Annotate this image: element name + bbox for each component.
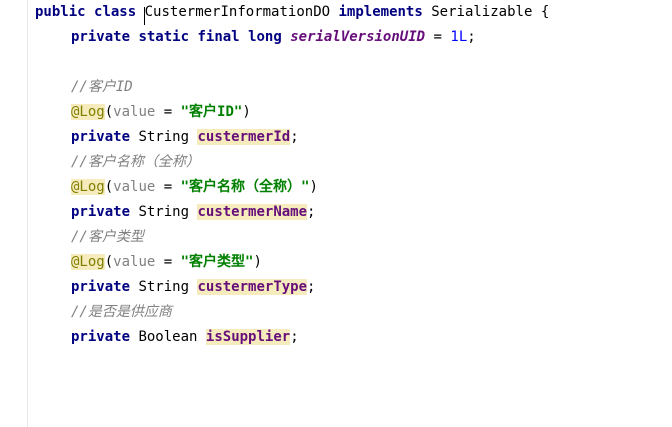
keyword-private: private (71, 204, 131, 220)
field-type: String (138, 204, 190, 220)
annotation-attr: value (113, 179, 156, 195)
keyword-private: private (71, 29, 131, 45)
code-editor[interactable]: public class CustermerInformationDO impl… (0, 0, 672, 427)
interface-name: Serializable (431, 4, 533, 20)
keyword-private: private (71, 279, 131, 295)
serial-value: 1L (450, 29, 468, 45)
comment-text: //是否是供应商 (71, 304, 172, 320)
semicolon: ; (290, 329, 299, 345)
annotation-line[interactable]: @Log(value = "客户类型") (71, 250, 262, 275)
annotation-attr: value (113, 254, 156, 270)
field-name: custermerName (197, 204, 308, 220)
keyword-long: long (248, 29, 282, 45)
annotation-paren-close: ) (253, 254, 262, 270)
semicolon: ; (467, 29, 476, 45)
keyword-static: static (138, 29, 190, 45)
field-name: isSupplier (205, 329, 291, 345)
equals-sign: = (433, 29, 442, 45)
annotation-attr: value (113, 104, 156, 120)
field-name: custermerId (197, 129, 291, 145)
field-name: custermerType (197, 279, 308, 295)
code-area[interactable]: public class CustermerInformationDO impl… (35, 0, 672, 427)
field-declaration-line[interactable]: private String custermerType; (71, 275, 315, 300)
class-name: CustermerInformationDO (143, 4, 331, 25)
class-name-rest: ustermerInformationDO (153, 4, 331, 20)
annotation-equals: = (155, 254, 181, 270)
comment-line[interactable]: //是否是供应商 (71, 300, 172, 325)
annotation-paren-open: ( (104, 104, 114, 120)
annotation-name: @Log (71, 179, 105, 195)
code-line-class-declaration[interactable]: public class CustermerInformationDO impl… (35, 0, 549, 25)
comment-text: //客户类型 (71, 229, 144, 245)
annotation-string-value: "客户类型" (180, 254, 254, 270)
keyword-class: class (94, 4, 137, 20)
field-type: String (138, 279, 190, 295)
field-declaration-line[interactable]: private String custermerName; (71, 200, 315, 225)
code-line-serial-version[interactable]: private static final long serialVersionU… (71, 25, 476, 50)
annotation-name: @Log (71, 254, 105, 270)
semicolon: ; (307, 279, 316, 295)
open-brace: { (540, 4, 550, 20)
annotation-name: @Log (71, 104, 105, 120)
annotation-paren-open: ( (104, 254, 114, 270)
semicolon: ; (307, 204, 316, 220)
field-type: String (138, 129, 190, 145)
annotation-line[interactable]: @Log(value = "客户名称（全称）") (71, 175, 318, 200)
comment-line[interactable]: //客户名称（全称） (71, 150, 200, 175)
editor-gutter[interactable] (0, 0, 28, 427)
comment-line[interactable]: //客户ID (71, 75, 133, 100)
comment-text: //客户ID (71, 79, 133, 95)
class-name-first-char: C (144, 4, 154, 20)
comment-line[interactable]: //客户类型 (71, 225, 144, 250)
annotation-equals: = (155, 104, 181, 120)
keyword-private: private (71, 129, 131, 145)
annotation-paren-close: ) (309, 179, 318, 195)
serial-version-uid: serialVersionUID (290, 29, 426, 45)
text-caret (143, 7, 145, 25)
annotation-paren-open: ( (104, 179, 114, 195)
annotation-paren-close: ) (242, 104, 251, 120)
field-declaration-line[interactable]: private String custermerId; (71, 125, 299, 150)
annotation-string-value: "客户ID" (180, 104, 243, 120)
keyword-implements: implements (338, 4, 423, 20)
field-type: Boolean (138, 329, 198, 345)
keyword-private: private (71, 329, 131, 345)
comment-text: //客户名称（全称） (71, 154, 200, 170)
keyword-final: final (197, 29, 240, 45)
annotation-equals: = (155, 179, 181, 195)
annotation-string-value: "客户名称（全称）" (180, 179, 310, 195)
keyword-public: public (35, 4, 86, 20)
field-declaration-line[interactable]: private Boolean isSupplier; (71, 325, 299, 350)
semicolon: ; (290, 129, 299, 145)
annotation-line[interactable]: @Log(value = "客户ID") (71, 100, 251, 125)
